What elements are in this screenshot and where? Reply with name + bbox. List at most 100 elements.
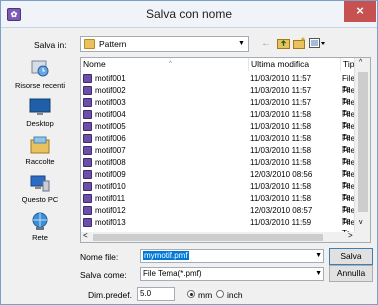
view-menu-icon[interactable] (308, 37, 326, 51)
back-arrow-icon[interactable]: ← (259, 37, 273, 51)
default-size-label: Dim.predef. (88, 290, 132, 300)
save-in-combo[interactable]: Pattern ▼ (80, 36, 249, 52)
file-row[interactable]: motif009 12/03/2010 08:56 File Te (81, 169, 355, 190)
column-header-modified[interactable]: Ultima modifica (249, 58, 340, 71)
file-row[interactable]: motif008 11/03/2010 11:58 File Te (81, 157, 355, 178)
sort-ascending-icon: ^ (169, 61, 172, 67)
default-size-field[interactable]: 5.0 (137, 287, 175, 301)
motif-file-icon (83, 218, 92, 227)
file-modified: 12/03/2010 08:57 (250, 206, 313, 215)
chevron-down-icon[interactable]: ▼ (315, 250, 322, 262)
scroll-up-icon[interactable]: ^ (359, 59, 362, 66)
horizontal-scrollbar[interactable]: < > (81, 231, 370, 242)
motif-file-icon (83, 134, 92, 143)
file-name: motif012 (95, 206, 126, 215)
file-modified: 11/03/2010 11:58 (250, 194, 312, 203)
file-modified: 11/03/2010 11:57 (250, 74, 312, 83)
file-modified: 11/03/2010 11:59 (250, 218, 312, 227)
unit-mm-radio[interactable] (187, 290, 195, 298)
file-name: motif009 (95, 170, 126, 179)
this-pc-icon (30, 175, 50, 192)
new-folder-icon[interactable] (292, 37, 306, 51)
close-button[interactable]: × (344, 1, 376, 22)
file-name: motif001 (95, 74, 126, 83)
filename-label: Nome file: (80, 252, 119, 262)
save-in-value: Pattern (99, 39, 127, 49)
network-icon (32, 212, 48, 230)
place-this-pc[interactable]: Questo PC (1, 173, 79, 204)
vertical-scroll-thumb[interactable] (358, 72, 368, 212)
unit-inch-label: inch (227, 290, 243, 300)
file-name: motif007 (95, 146, 126, 155)
motif-file-icon (83, 206, 92, 215)
file-name: motif003 (95, 98, 126, 107)
file-name: motif008 (95, 158, 126, 167)
scroll-left-icon[interactable]: < (83, 231, 88, 240)
place-recent[interactable]: Risorse recenti (1, 59, 79, 90)
motif-file-icon (83, 74, 92, 83)
cancel-button[interactable]: Annulla (329, 265, 373, 282)
file-row[interactable]: motif011 11/03/2010 11:58 File Te (81, 193, 355, 214)
chevron-down-icon[interactable]: ▼ (235, 37, 248, 51)
filename-field[interactable]: mymotif.pmf ▼ (140, 249, 324, 263)
place-desktop[interactable]: Desktop (1, 97, 79, 128)
folder-icon (84, 39, 95, 49)
file-modified: 11/03/2010 11:58 (250, 110, 312, 119)
motif-file-icon (83, 170, 92, 179)
file-modified: 11/03/2010 11:57 (250, 98, 312, 107)
file-row[interactable]: motif01311/03/2010 11:59File Te (81, 217, 355, 238)
file-name: motif013 (95, 218, 126, 227)
title-bar: ✿ Salva con nome × (1, 1, 377, 28)
dialog-title: Salva con nome (145, 7, 233, 21)
motif-file-icon (83, 194, 92, 203)
libraries-icon (30, 136, 50, 154)
file-row[interactable]: motif010 11/03/2010 11:58 File Te (81, 181, 355, 202)
file-row[interactable]: motif004 11/03/2010 11:58 File Te (81, 109, 355, 130)
save-type-select[interactable]: File Tema(*.pmf) ▼ (140, 267, 324, 281)
save-button[interactable]: Salva (329, 248, 373, 265)
motif-file-icon (83, 86, 92, 95)
motif-file-icon (83, 110, 92, 119)
motif-file-icon (83, 146, 92, 155)
file-name: motif005 (95, 122, 126, 131)
file-name: motif006 (95, 134, 126, 143)
recent-places-icon (31, 60, 49, 77)
file-name: motif010 (95, 182, 126, 191)
file-row[interactable]: motif003 11/03/2010 11:57 File Te (81, 97, 355, 118)
save-type-value: File Tema(*.pmf) (143, 269, 202, 278)
vertical-scrollbar[interactable]: ^ v (354, 58, 370, 232)
file-row[interactable]: motif007 11/03/2010 11:58 File Te (81, 145, 355, 166)
file-list[interactable]: Nome ^ Ultima modifica Tipo motif001 11/0… (80, 57, 371, 243)
file-name: motif004 (95, 110, 126, 119)
file-row[interactable]: motif005 11/03/2010 11:58 File Te (81, 121, 355, 142)
column-header-name[interactable]: Nome (81, 58, 248, 71)
file-modified: 11/03/2010 11:58 (250, 182, 312, 191)
column-header-type[interactable]: Tipo (341, 58, 359, 71)
place-network[interactable]: Rete (1, 211, 79, 242)
file-row[interactable]: motif012 12/03/2010 08:57 File Te (81, 205, 355, 226)
scroll-right-icon[interactable]: > (348, 231, 353, 240)
file-modified: 11/03/2010 11:58 (250, 134, 312, 143)
file-name: motif011 (95, 194, 126, 203)
desktop-icon (29, 98, 51, 115)
filename-value: mymotif.pmf (143, 251, 189, 260)
save-in-label: Salva in: (34, 40, 67, 50)
motif-file-icon (83, 158, 92, 167)
chevron-down-icon[interactable]: ▼ (315, 268, 322, 280)
file-row[interactable]: motif002 11/03/2010 11:57 File Te (81, 85, 355, 106)
unit-mm-label: mm (198, 290, 213, 300)
save-type-label: Salva come: (80, 270, 127, 280)
unit-inch-radio[interactable] (216, 290, 224, 298)
save-as-dialog: ✿ Salva con nome × Salva in: Pattern ▼ ←… (0, 0, 378, 305)
file-row[interactable]: motif006 11/03/2010 11:58 File Te (81, 133, 355, 154)
scroll-down-icon[interactable]: v (359, 219, 363, 226)
file-row[interactable]: motif001 11/03/2010 11:57 File Te (81, 73, 355, 94)
file-modified: 11/03/2010 11:57 (250, 86, 312, 95)
motif-file-icon (83, 98, 92, 107)
places-bar: Risorse recenti Desktop Raccolte Questo … (1, 57, 79, 247)
folder-up-icon[interactable] (276, 37, 290, 51)
file-name: motif002 (95, 86, 126, 95)
file-modified: 11/03/2010 11:58 (250, 146, 312, 155)
place-libraries[interactable]: Raccolte (1, 135, 79, 166)
horizontal-scroll-thumb[interactable] (93, 234, 323, 241)
